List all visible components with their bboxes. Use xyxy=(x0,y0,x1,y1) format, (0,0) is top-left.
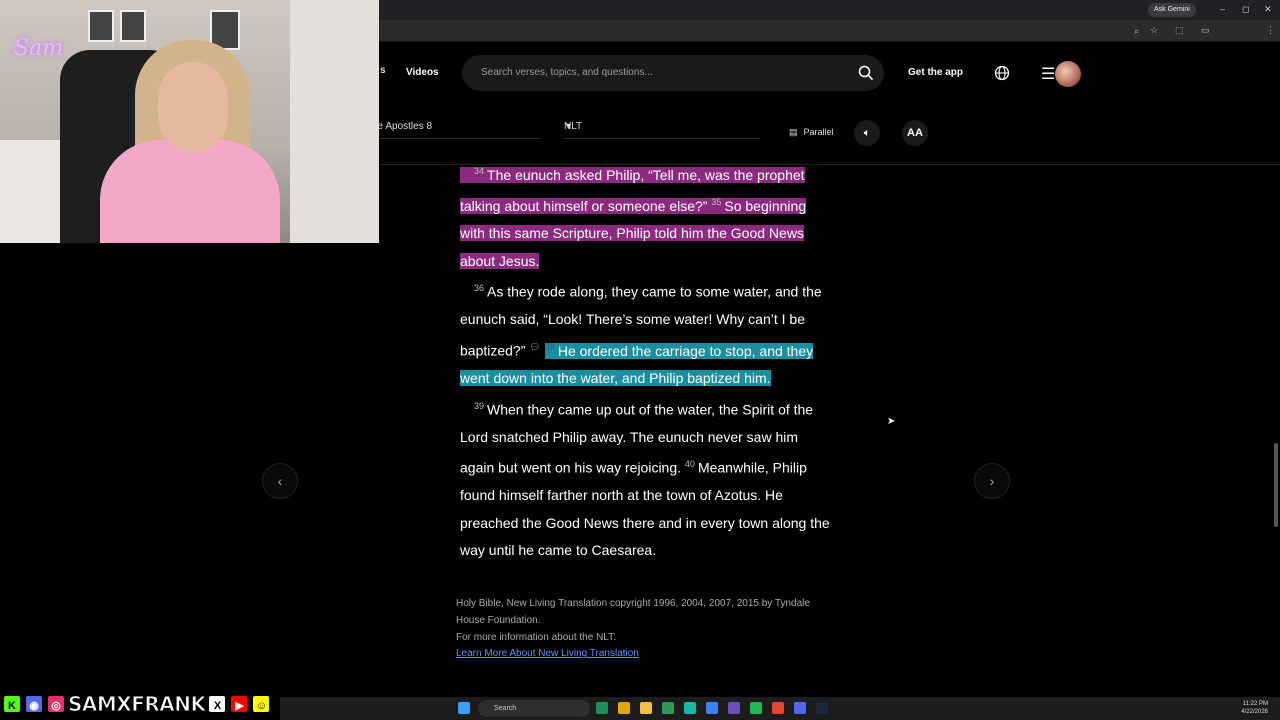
app-icon[interactable] xyxy=(728,702,740,714)
copyright-footer: Holy Bible, New Living Translation copyr… xyxy=(456,596,826,663)
app-icon[interactable] xyxy=(684,702,696,714)
clock-date: 4/22/2026 xyxy=(1241,709,1268,715)
instagram-icon: ◎ xyxy=(46,694,66,714)
mouse-cursor-icon: ➤ xyxy=(887,416,896,427)
extensions-icon[interactable]: ⬚ xyxy=(1175,25,1184,36)
more-info-text: For more information about the NLT: xyxy=(456,631,616,643)
maximize-icon[interactable]: ◻ xyxy=(1242,4,1249,15)
chevron-right-icon: › xyxy=(989,473,995,489)
windows-taskbar: Search 11:22 PM 4/22/2026 xyxy=(280,697,1280,720)
nav-item-partial[interactable]: s xyxy=(380,65,386,76)
version-select[interactable]: NLT ▼ xyxy=(564,117,760,139)
youtube-icon: ▶ xyxy=(229,694,250,714)
streamer-face xyxy=(158,62,228,152)
spotify-icon[interactable] xyxy=(750,702,762,714)
scrollbar-thumb[interactable] xyxy=(1274,443,1278,527)
previous-chapter-button[interactable]: ‹ xyxy=(262,463,298,499)
parallel-icon: ▤ xyxy=(789,127,798,137)
verse-number: 35 xyxy=(711,197,722,208)
minimize-icon[interactable]: – xyxy=(1220,4,1225,14)
next-chapter-button[interactable]: › xyxy=(974,463,1010,499)
system-clock[interactable]: 11:22 PM 4/22/2026 xyxy=(1241,700,1268,716)
steam-icon[interactable] xyxy=(816,702,828,714)
search-input[interactable]: Search verses, topics, and questions... xyxy=(462,55,884,91)
sidepanel-icon[interactable]: ▭ xyxy=(1201,25,1210,36)
snapchat-icon: ☺ xyxy=(251,694,272,714)
streamer-brand-name: SAMXFRANK xyxy=(67,692,206,717)
verse-block-39-40: 39 When they came up out of the water, th… xyxy=(460,393,830,565)
verse-number: 36 xyxy=(474,283,485,294)
chevron-down-icon: ▼ xyxy=(564,121,573,131)
chrome-icon[interactable] xyxy=(772,702,784,714)
search-placeholder: Search verses, topics, and questions... xyxy=(481,67,653,78)
wall-art xyxy=(120,10,146,42)
search-icon[interactable] xyxy=(858,65,874,81)
chrome-icon[interactable] xyxy=(618,702,630,714)
kick-icon: K xyxy=(2,694,22,714)
wall-art xyxy=(88,10,114,42)
font-size-button[interactable]: AA xyxy=(902,120,928,146)
webcam-overlay: Sam xyxy=(0,0,379,243)
x-icon: X xyxy=(207,694,228,714)
hamburger-menu-icon[interactable]: ☰ xyxy=(1041,64,1055,84)
zoom-icon[interactable]: ⌕ xyxy=(1134,26,1139,37)
app-icon[interactable] xyxy=(662,702,674,714)
streamer-logo: Sam xyxy=(14,36,64,61)
verse-block-36-38: 36 As they rode along, they came to some … xyxy=(460,275,830,392)
get-app-link[interactable]: Get the app xyxy=(908,67,963,78)
learn-more-link[interactable]: Learn More About New Living Translation xyxy=(456,646,826,663)
bookmark-star-icon[interactable]: ☆ xyxy=(1150,25,1158,36)
ask-gemini-button[interactable]: Ask Gemini xyxy=(1148,3,1196,17)
chevron-left-icon: ‹ xyxy=(277,473,283,489)
site-header: s Videos Search verses, topics, and ques… xyxy=(372,43,1280,165)
verse-block-34-35: 34 The eunuch asked Philip, “Tell me, was… xyxy=(460,158,830,275)
nav-item-videos[interactable]: Videos xyxy=(406,67,439,78)
discord-icon[interactable] xyxy=(794,702,806,714)
copyright-text: Holy Bible, New Living Translation copyr… xyxy=(456,598,810,626)
user-avatar[interactable] xyxy=(1055,61,1081,87)
parallel-button[interactable]: ▤ Parallel xyxy=(789,127,834,138)
streamer-hoodie xyxy=(100,140,280,243)
clock-time: 11:22 PM xyxy=(1242,701,1268,707)
app-icon[interactable] xyxy=(706,702,718,714)
note-icon[interactable]: 💬︎ xyxy=(529,342,540,352)
verse-number: 40 xyxy=(684,459,695,470)
taskbar-search[interactable]: Search xyxy=(478,700,590,717)
bible-passage: 34 The eunuch asked Philip, “Tell me, was… xyxy=(460,158,830,565)
file-explorer-icon[interactable] xyxy=(640,702,652,714)
verse-number: 38 xyxy=(544,341,555,352)
stream-social-banner: K ◉ ◎ SAMXFRANK X ▶ ☺ xyxy=(2,692,272,717)
discord-icon: ◉ xyxy=(24,694,44,714)
edge-icon[interactable] xyxy=(596,702,608,714)
page-scrollbar[interactable] xyxy=(1272,45,1278,695)
parallel-label: Parallel xyxy=(803,127,834,137)
chevron-down-icon: ▼ xyxy=(372,121,538,131)
windows-start-icon[interactable] xyxy=(458,702,470,714)
verse-number: 34 xyxy=(474,166,485,176)
kebab-menu-icon[interactable]: ⋮ xyxy=(1266,25,1275,36)
globe-icon[interactable] xyxy=(994,65,1010,81)
close-icon[interactable]: ✕ xyxy=(1264,4,1272,15)
verse-number: 39 xyxy=(474,400,485,411)
door xyxy=(290,0,379,243)
audio-speaker-icon[interactable]: 🔈︎ xyxy=(854,120,880,146)
book-chapter-select[interactable]: he Apostles 8 ▼ xyxy=(372,117,540,139)
